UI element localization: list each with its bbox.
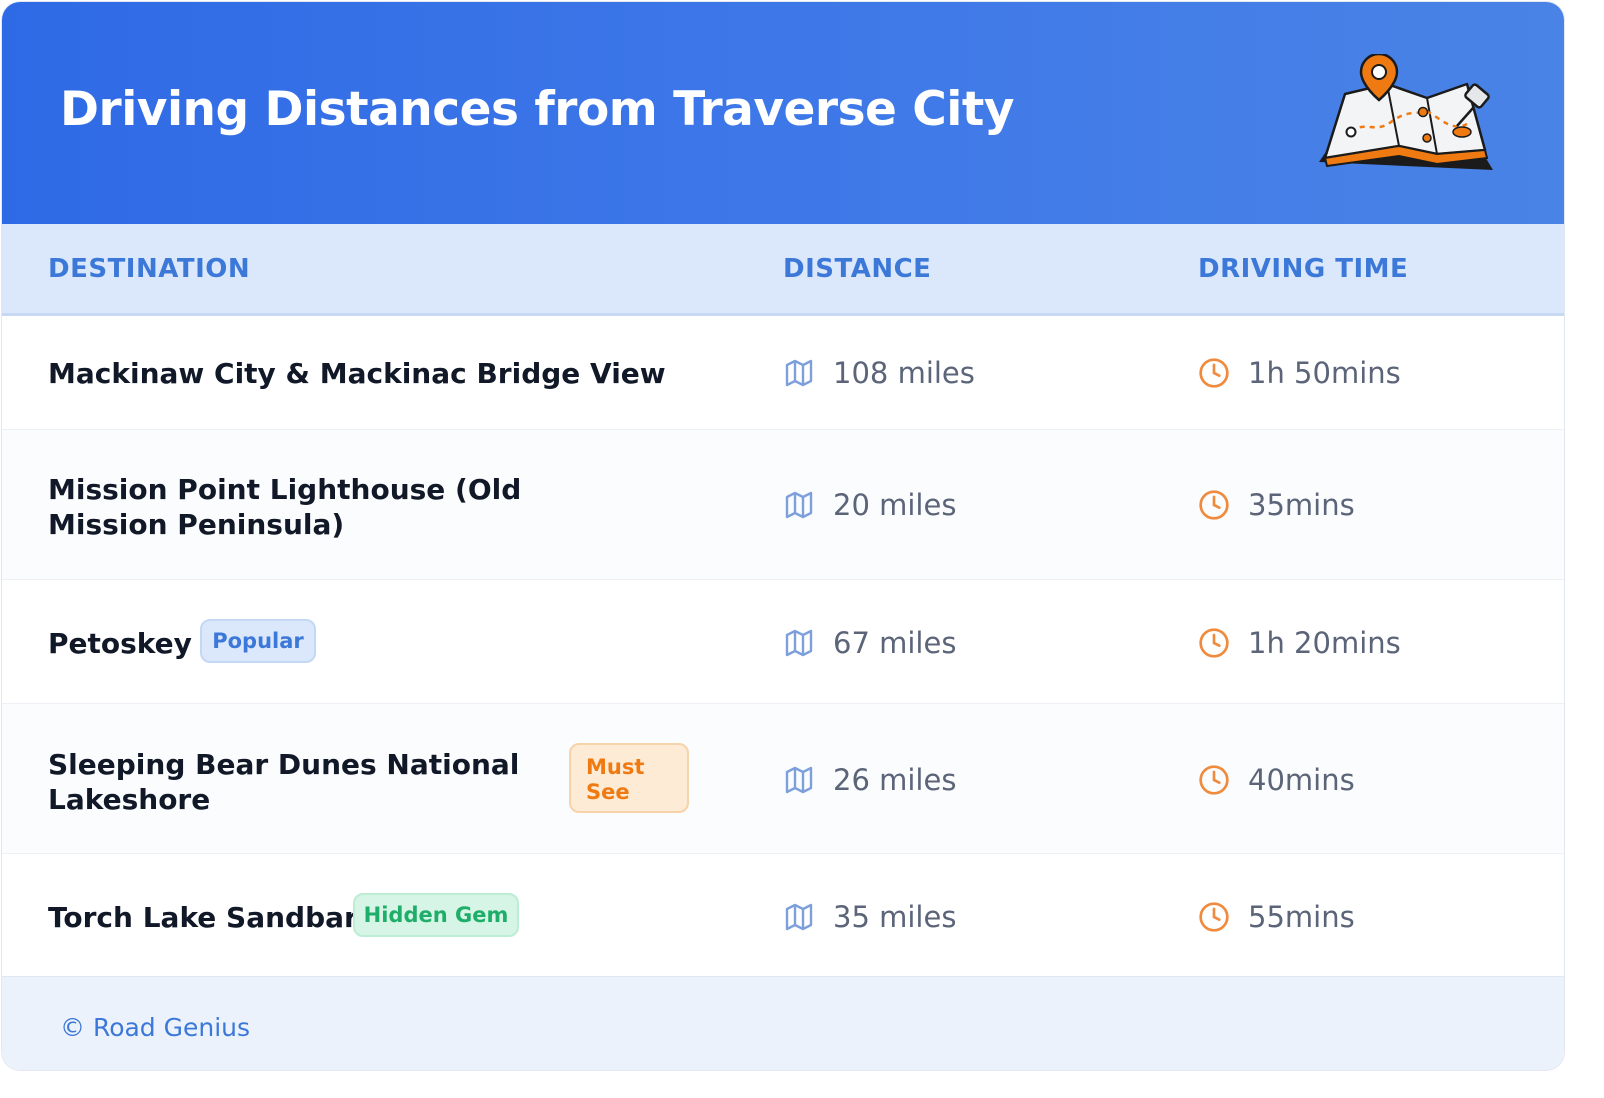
must-see-badge: Must See — [569, 743, 689, 813]
destination-name: Mackinaw City & Mackinac Bridge View — [48, 357, 666, 390]
clock-icon — [1198, 764, 1230, 796]
column-header-destination: DESTINATION — [48, 254, 251, 284]
distance-value: 26 miles — [833, 763, 957, 797]
map-with-pin-icon — [1319, 54, 1493, 170]
destination-name: Mission Point Lighthouse (Old Mission Pe… — [48, 473, 522, 541]
map-icon — [783, 489, 815, 521]
time-cell: 1h 50mins — [1198, 356, 1401, 390]
distance-value: 108 miles — [833, 356, 975, 390]
time-cell: 55mins — [1198, 900, 1355, 934]
clock-icon — [1198, 357, 1230, 389]
map-icon — [783, 901, 815, 933]
time-value: 1h 20mins — [1248, 626, 1401, 660]
distance-value: 35 miles — [833, 900, 957, 934]
time-value: 35mins — [1248, 488, 1355, 522]
card-footer: © Road Genius — [2, 976, 1564, 1070]
page-title: Driving Distances from Traverse City — [60, 82, 1015, 137]
destination-name: Torch Lake Sandbar — [48, 901, 358, 934]
distance-cell: 67 miles — [783, 626, 956, 660]
destination-name: Petoskey — [48, 627, 192, 660]
copyright-text: © Road Genius — [60, 1013, 251, 1042]
time-value: 1h 50mins — [1248, 356, 1401, 390]
table-header: DESTINATION DISTANCE DRIVING TIME — [2, 224, 1564, 316]
distance-card: Driving Distances from Traverse City DES… — [2, 2, 1564, 1070]
distance-value: 67 miles — [833, 626, 957, 660]
card-header: Driving Distances from Traverse City — [2, 2, 1564, 224]
map-icon — [783, 764, 815, 796]
map-icon — [783, 357, 815, 389]
map-icon — [783, 627, 815, 659]
table-row: Mission Point Lighthouse (Old Mission Pe… — [2, 430, 1564, 580]
clock-icon — [1198, 489, 1230, 521]
time-cell: 1h 20mins — [1198, 626, 1401, 660]
table-row: Sleeping Bear Dunes National Lakeshore M… — [2, 704, 1564, 854]
time-value: 55mins — [1248, 900, 1355, 934]
table-row: Petoskey Popular 67 miles 1h 20mins — [2, 580, 1564, 704]
clock-icon — [1198, 901, 1230, 933]
time-cell: 40mins — [1198, 763, 1355, 797]
popular-badge: Popular — [200, 619, 316, 663]
distance-cell: 20 miles — [783, 488, 956, 522]
distance-cell: 26 miles — [783, 763, 956, 797]
table-row: Mackinaw City & Mackinac Bridge View 108… — [2, 316, 1564, 430]
distance-cell: 108 miles — [783, 356, 975, 390]
table-row: Torch Lake Sandbar Hidden Gem 35 miles 5… — [2, 854, 1564, 975]
time-value: 40mins — [1248, 763, 1355, 797]
column-header-distance: DISTANCE — [783, 254, 932, 284]
destination-name: Sleeping Bear Dunes National Lakeshore — [48, 748, 520, 816]
time-cell: 35mins — [1198, 488, 1355, 522]
distance-cell: 35 miles — [783, 900, 956, 934]
clock-icon — [1198, 627, 1230, 659]
hidden-gem-badge: Hidden Gem — [353, 893, 519, 937]
distance-value: 20 miles — [833, 488, 957, 522]
column-header-driving-time: DRIVING TIME — [1198, 254, 1409, 284]
